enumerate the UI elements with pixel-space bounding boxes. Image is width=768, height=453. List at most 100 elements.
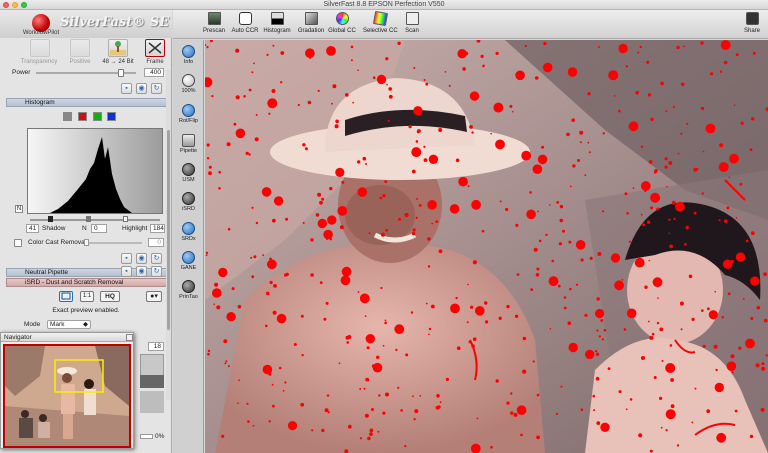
dust-mark [359,293,370,304]
shadow-slider[interactable] [48,216,53,222]
n-value-field[interactable]: 0 [91,224,107,233]
bit-depth-button[interactable] [108,39,128,57]
histogram-graph[interactable] [27,128,163,214]
global-cc-button[interactable]: Global CC [325,12,359,39]
isrd-percent-slider[interactable] [140,434,153,439]
left-panel-scroll-thumb[interactable] [167,130,170,330]
histogram-button[interactable]: Histogram [260,12,294,39]
ccr-value-field[interactable]: 0 [148,238,164,247]
gray-channel-button[interactable] [63,112,72,121]
scan-button[interactable]: Scan [395,12,429,39]
frame-mode-button[interactable] [145,39,165,57]
auto-ccr-button[interactable]: Auto CCR [228,12,262,39]
prescan-button[interactable]: Prescan [197,12,231,39]
power-value-field[interactable]: 400 [144,68,164,77]
power-slider-thumb[interactable] [118,69,124,77]
one-to-one-button[interactable]: 1:1 [80,291,94,302]
dust-mark [380,232,385,237]
highlight-slider[interactable] [123,216,128,222]
isrd-mode-select[interactable]: Mark ◆ [47,320,91,329]
dust-mark [364,315,367,317]
navigator-titlebar[interactable]: Navigator [1,333,133,342]
usm-icon [182,163,195,176]
info-icon [182,45,195,58]
dust-mark [641,356,645,360]
histogram-n-button[interactable]: N [15,205,23,213]
dust-mark [647,93,652,97]
dust-mark [675,201,685,212]
rotflip-tool[interactable]: Rot/Flip [175,102,202,129]
ccr-slider-track[interactable] [84,242,142,244]
preview-image-area[interactable] [205,40,768,453]
dust-mark [639,45,642,49]
pipette-save-button[interactable]: ▪ [121,266,132,277]
dust-mark [376,355,380,359]
transparency-mode-button[interactable] [30,39,50,57]
zoom-tool[interactable]: 100% [175,72,202,99]
ccr-slider-thumb[interactable] [84,239,89,246]
pipette-zoom-button[interactable]: ◉ [136,266,147,277]
isrd-tool[interactable]: iSRD [175,190,202,217]
hq-button[interactable]: HQ [100,291,120,302]
gane-tool[interactable]: GANE [175,249,202,276]
highlight-value-field[interactable]: 184 [150,224,165,233]
reset-settings-button[interactable]: ↻ [151,83,162,94]
dust-mark [533,247,538,252]
histogram-zoom-button[interactable]: ◉ [136,253,147,264]
navigator-window[interactable]: Navigator [0,332,134,449]
close-window-button[interactable] [3,2,9,8]
gradation-button[interactable]: Gradation [294,12,328,39]
dust-mark [323,229,333,240]
isrd-options-button[interactable]: ●▾ [146,291,162,302]
shadow-label: Shadow [42,225,66,232]
histogram-reset-button[interactable]: ↻ [151,253,162,264]
histogram-save-button[interactable]: ▪ [121,253,132,264]
dust-mark [364,413,369,418]
printao-tool[interactable]: PrinTao [175,278,202,305]
info-tool[interactable]: Info [175,43,202,70]
red-channel-button[interactable] [78,112,87,121]
share-button[interactable]: Share [739,12,765,39]
dust-mark [669,244,673,249]
dust-mark [329,238,332,241]
histogram-section-header[interactable]: Histogram [6,98,168,107]
zoom-settings-button[interactable]: ◉ [136,83,147,94]
preview-mode-button[interactable] [59,291,73,302]
isrd-value-field[interactable]: 18 [148,342,164,351]
srdx-tool[interactable]: SRDx [175,220,202,247]
dust-mark [763,272,767,277]
pipette-reset-button[interactable]: ↻ [151,266,162,277]
left-panel-scrollbar[interactable] [166,70,171,400]
dust-mark [691,421,694,424]
selective-cc-icon [372,10,388,27]
positive-mode-button[interactable] [70,39,90,57]
dust-mark [683,45,685,48]
dust-mark [235,128,246,139]
dust-mark [733,104,736,106]
dust-mark [476,417,479,420]
green-channel-button[interactable] [93,112,102,121]
dust-mark [397,41,401,45]
navigator-thumbnail[interactable] [3,344,131,448]
dust-mark [659,396,663,400]
isrd-section-header[interactable]: iSRD - Dust and Scratch Removal [6,278,168,287]
selective-cc-button[interactable]: Selective CC [363,10,398,39]
power-label: Power [12,69,31,76]
navigator-close-icon[interactable] [126,334,133,341]
dust-mark [366,346,370,350]
pipette-tool[interactable]: Pipette [175,132,202,159]
midtone-slider[interactable] [86,216,91,222]
maximize-window-button[interactable] [21,2,27,8]
save-settings-button[interactable]: ▪ [121,83,132,94]
shadow-value-field[interactable]: 41 [26,224,39,233]
usm-tool[interactable]: USM [175,161,202,188]
dust-mark [592,394,596,398]
color-cast-removal-checkbox[interactable] [14,239,22,247]
dust-mark [265,324,268,328]
dust-mark [237,304,242,309]
dust-mark [395,348,398,352]
dust-mark [718,162,729,172]
minimize-window-button[interactable] [12,2,18,8]
blue-channel-button[interactable] [107,112,116,121]
dust-mark [735,252,746,262]
